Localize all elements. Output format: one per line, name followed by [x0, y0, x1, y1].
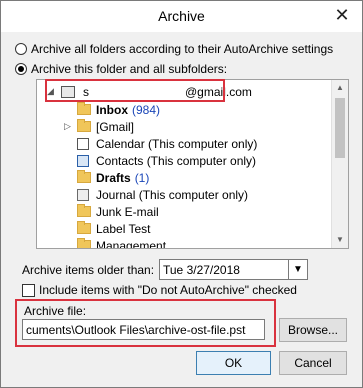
- archive-all-label: Archive all folders according to their A…: [31, 42, 334, 56]
- include-checkbox[interactable]: [22, 283, 35, 297]
- cancel-button[interactable]: Cancel: [279, 351, 347, 375]
- tree-item-drafts[interactable]: Drafts (1): [77, 169, 149, 186]
- folder-tree[interactable]: ◢ s @gmail.com Inbox (984) ▷ [Gmail] Cal…: [36, 79, 349, 249]
- older-than-value: Tue 3/27/2018: [163, 263, 240, 277]
- browse-button[interactable]: Browse...: [279, 318, 347, 342]
- older-than-label: Archive items older than:: [22, 263, 155, 277]
- archive-all-option[interactable]: Archive all folders according to their A…: [15, 42, 333, 56]
- tree-item-label: Label Test: [96, 221, 151, 236]
- dialog-title: Archive: [158, 8, 205, 24]
- tree-item-gmail[interactable]: ▷ [Gmail]: [64, 118, 135, 135]
- scroll-thumb[interactable]: [335, 98, 345, 158]
- folder-icon: [77, 204, 91, 217]
- unread-count: (984): [132, 102, 161, 117]
- archive-this-option[interactable]: Archive this folder and all subfolders:: [15, 62, 227, 76]
- tree-item-contacts[interactable]: Contacts (This computer only): [77, 152, 256, 169]
- include-option[interactable]: Include items with "Do not AutoArchive" …: [22, 283, 297, 297]
- tree-item-junk[interactable]: Junk E-mail: [77, 203, 159, 220]
- folder-icon: [77, 119, 91, 132]
- account-highlight: [45, 79, 225, 102]
- tree-item-management[interactable]: Management: [77, 237, 167, 249]
- title-bar: Archive ✕: [1, 1, 362, 32]
- tree-item-label: [Gmail]: [96, 119, 135, 134]
- folder-icon: [77, 221, 91, 234]
- close-button[interactable]: ✕: [328, 3, 356, 27]
- older-than-field[interactable]: Tue 3/27/2018: [159, 259, 306, 280]
- calendar-icon: [77, 137, 89, 150]
- tree-item-label: Contacts (This computer only): [96, 153, 257, 168]
- drafts-folder-icon: [77, 170, 91, 183]
- tree-item-inbox[interactable]: Inbox (984): [77, 101, 160, 118]
- expand-icon[interactable]: ▷: [64, 121, 71, 132]
- journal-icon: [77, 188, 89, 201]
- ok-button[interactable]: OK: [196, 351, 271, 375]
- scroll-up-icon[interactable]: ▲: [332, 80, 348, 96]
- archive-this-label: Archive this folder and all subfolders:: [31, 62, 228, 76]
- tree-item-label: Drafts: [96, 170, 131, 185]
- include-label: Include items with "Do not AutoArchive" …: [39, 283, 297, 297]
- archive-all-radio[interactable]: [15, 43, 27, 55]
- tree-item-label: Junk E-mail: [96, 204, 159, 219]
- scroll-down-icon[interactable]: ▼: [332, 232, 348, 248]
- tree-item-calendar[interactable]: Calendar (This computer only): [77, 135, 257, 152]
- tree-scrollbar[interactable]: ▲ ▼: [331, 80, 348, 248]
- tree-item-label: Journal (This computer only): [96, 187, 249, 202]
- folder-icon: [77, 238, 91, 248]
- inbox-folder-icon: [77, 102, 91, 115]
- archive-dialog: Archive ✕ Archive all folders according …: [0, 0, 363, 388]
- archive-this-radio[interactable]: [15, 63, 27, 75]
- tree-item-journal[interactable]: Journal (This computer only): [77, 186, 248, 203]
- contacts-icon: [77, 154, 89, 167]
- tree-item-label-test[interactable]: Label Test: [77, 220, 151, 237]
- tree-item-label: Management: [96, 238, 167, 249]
- tree-item-label: Calendar (This computer only): [96, 136, 258, 151]
- date-dropdown-icon[interactable]: ▼: [288, 259, 308, 280]
- tree-item-label: Inbox: [96, 102, 128, 117]
- archive-file-highlight: [15, 299, 276, 347]
- drafts-count: (1): [134, 170, 150, 185]
